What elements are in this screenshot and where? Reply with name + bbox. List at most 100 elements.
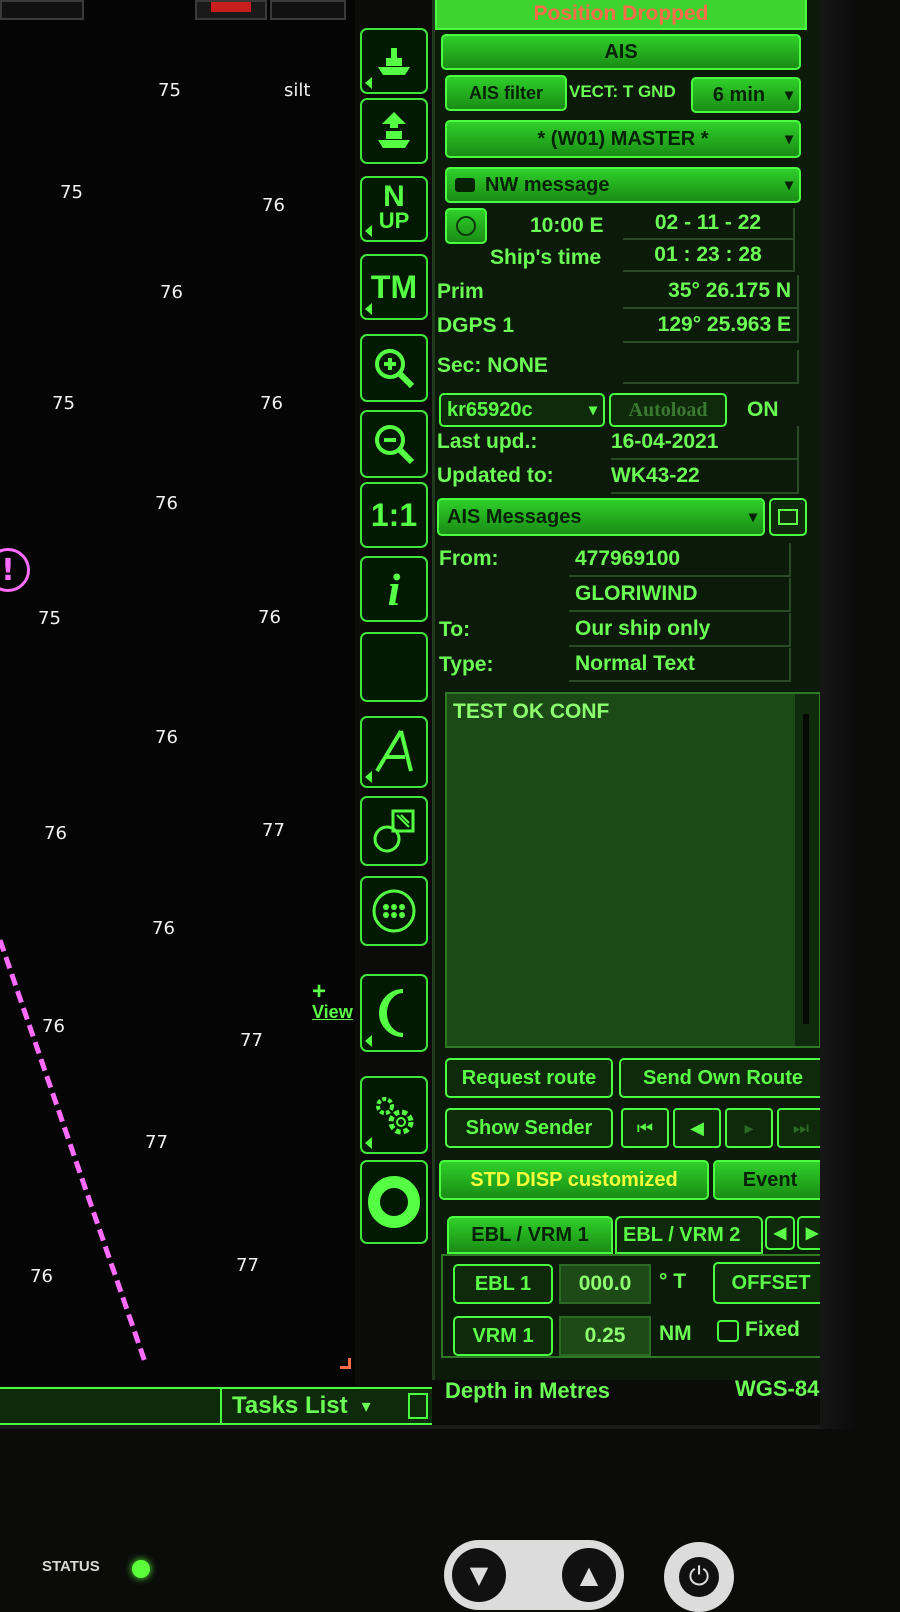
center-ship-icon[interactable]: [360, 98, 428, 164]
clock-icon: [456, 216, 476, 236]
undock-button[interactable]: [769, 498, 807, 536]
window-toggle-icon[interactable]: [408, 1393, 428, 1419]
tasks-list-button[interactable]: Tasks List ▾: [220, 1389, 410, 1423]
depth-units-label: Depth in Metres: [445, 1378, 611, 1403]
fixed-checkbox[interactable]: [717, 1320, 739, 1342]
dropdown-arrow-icon: ▾: [361, 1395, 371, 1417]
from-label: From:: [439, 547, 499, 570]
view-label: View: [312, 1002, 353, 1022]
power-button[interactable]: ⏻: [664, 1542, 734, 1612]
ebl-1-button[interactable]: EBL 1: [453, 1264, 553, 1304]
clock-button[interactable]: [445, 208, 487, 244]
ais-messages-value: AIS Messages: [447, 505, 582, 528]
divider-icon[interactable]: [360, 716, 428, 788]
north-up-button-label: N UP: [378, 180, 410, 233]
master-select[interactable]: * (W01) MASTER *: [445, 120, 801, 158]
zoom-in-icon[interactable]: [360, 334, 428, 402]
ebl-unit: ° T: [659, 1270, 687, 1293]
submenu-arrow-icon: [365, 77, 372, 89]
previous-message-icon[interactable]: ◀: [673, 1108, 721, 1148]
autoload-button[interactable]: Autoload: [609, 393, 727, 427]
nw-message-select[interactable]: NW message: [445, 167, 801, 203]
lifebuoy-icon[interactable]: [360, 1160, 428, 1244]
vrm-unit: NM: [659, 1322, 692, 1345]
type-label: Type:: [439, 653, 494, 676]
scale-1-1-button-label: 1:1: [370, 496, 418, 533]
submenu-arrow-icon: [365, 225, 372, 237]
zoom-in-glyph: [375, 349, 415, 389]
last-update-value: 16-04-2021: [611, 426, 799, 460]
master-value: * (W01) MASTER *: [537, 127, 709, 150]
night-mode-icon[interactable]: [360, 974, 428, 1052]
datum-label: WGS-84: [735, 1376, 820, 1401]
vector-time-select[interactable]: 6 min: [691, 77, 801, 113]
message-icon: [455, 178, 475, 192]
tab-ebl-vrm-1[interactable]: EBL / VRM 1: [447, 1216, 613, 1254]
vector-time-value: 6 min: [712, 83, 766, 106]
menu-grid-icon[interactable]: [360, 876, 428, 946]
settings-icon[interactable]: [360, 1076, 428, 1154]
tab-ebl-vrm-2[interactable]: EBL / VRM 2: [615, 1216, 763, 1254]
event-button[interactable]: Event: [713, 1160, 827, 1200]
sidebar-panel: Position Dropped AIS AIS filter VECT: T …: [432, 0, 833, 1403]
layers-glyph: [373, 809, 415, 853]
offset-button[interactable]: OFFSET: [713, 1262, 829, 1304]
bezel-edge: [0, 1425, 860, 1429]
submenu-arrow-icon: [365, 1137, 372, 1149]
window-icon: [778, 509, 798, 525]
chart-id-value: kr65920c: [447, 398, 533, 421]
chart-display[interactable]: 75 silt 75 76 76 75 76 76 75 76 76 76 77 76 76 77 77 76 77…: [0, 0, 355, 1385]
position-alert-banner[interactable]: Position Dropped: [435, 0, 807, 30]
date-value: 02 - 11 - 22: [623, 208, 795, 240]
blank-tool-button[interactable]: [360, 632, 428, 702]
secondary-position-label: Sec: NONE: [437, 354, 548, 377]
plus-icon: +: [312, 978, 327, 1005]
view-marker[interactable]: + View: [312, 978, 353, 1023]
updated-to-value: WK43-22: [611, 460, 799, 494]
message-text: TEST OK CONF: [453, 700, 610, 723]
position-marker-icon: [340, 1358, 351, 1369]
std-disp-button[interactable]: STD DISP customized: [439, 1160, 709, 1200]
submenu-arrow-icon: [365, 303, 372, 315]
autoload-state: ON: [747, 398, 779, 421]
ais-messages-select[interactable]: AIS Messages: [437, 498, 765, 536]
show-sender-button[interactable]: Show Sender: [445, 1108, 613, 1148]
power-icon: ⏻: [679, 1557, 719, 1597]
secondary-position-value: [623, 350, 799, 384]
layers-icon[interactable]: [360, 796, 428, 866]
vrm-value-field[interactable]: 0.25: [559, 1316, 651, 1356]
chart-select[interactable]: kr65920c: [439, 393, 605, 427]
status-label: STATUS: [42, 1558, 100, 1575]
brightness-down-icon[interactable]: ▼: [452, 1548, 506, 1602]
info-icon[interactable]: i: [360, 556, 428, 622]
ais-header-button[interactable]: AIS: [441, 34, 801, 70]
own-ship-icon[interactable]: [360, 28, 428, 94]
center-ship-glyph: [378, 112, 410, 148]
route-leg: [0, 939, 148, 1363]
ebl-value-field[interactable]: 000.0: [559, 1264, 651, 1304]
dgps-label: DGPS 1: [437, 314, 515, 337]
own-ship-glyph: [378, 48, 410, 75]
last-message-icon[interactable]: ⏭: [777, 1108, 825, 1148]
zoom-out-icon[interactable]: [360, 410, 428, 478]
nw-message-value: NW message: [485, 173, 610, 196]
info-icon-label: i: [387, 563, 401, 615]
tab-scroll-left-icon[interactable]: ◀: [765, 1216, 795, 1250]
ais-filter-button[interactable]: AIS filter: [445, 75, 567, 111]
send-own-route-button[interactable]: Send Own Route: [619, 1058, 827, 1098]
true-motion-button[interactable]: TM: [360, 254, 428, 320]
vrm-1-button[interactable]: VRM 1: [453, 1316, 553, 1356]
message-text-area[interactable]: TEST OK CONF: [445, 692, 821, 1048]
message-scrollbar[interactable]: [795, 694, 819, 1046]
brightness-up-icon[interactable]: ▲: [562, 1548, 616, 1602]
bezel-right: [820, 0, 860, 1429]
night-mode-glyph: [379, 989, 404, 1037]
latitude-value: 35° 26.175 N: [623, 275, 799, 309]
request-route-button[interactable]: Request route: [445, 1058, 613, 1098]
true-motion-button-label: TM: [370, 268, 418, 305]
zoom-out-glyph: [375, 425, 415, 465]
first-message-icon[interactable]: ⏮: [621, 1108, 669, 1148]
scale-1-1-button[interactable]: 1:1: [360, 482, 428, 548]
next-message-icon[interactable]: ▸: [725, 1108, 773, 1148]
north-up-button[interactable]: N UP: [360, 176, 428, 242]
